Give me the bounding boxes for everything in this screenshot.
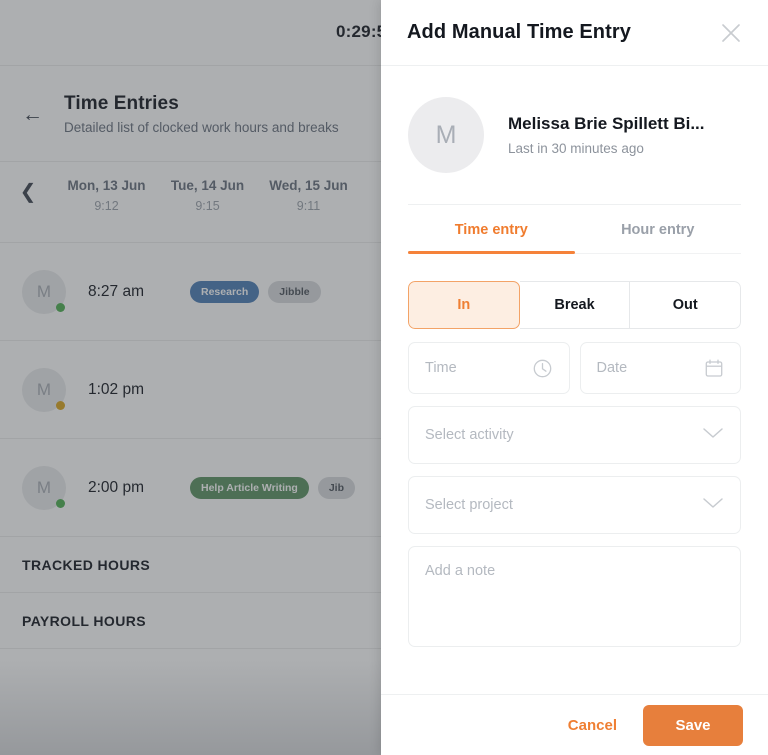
screen-root: 0:29:5 ← Time Entries Detailed list of c… xyxy=(0,0,768,755)
entry-time: 2:00 pm xyxy=(88,478,145,496)
avatar-initial: M xyxy=(36,379,52,399)
avatar: M xyxy=(408,97,484,173)
save-button[interactable]: Save xyxy=(643,704,743,746)
cancel-button[interactable]: Cancel xyxy=(562,709,623,742)
inout-segmented-control: In Break Out xyxy=(408,281,741,329)
drawer-footer: Cancel Save xyxy=(381,694,768,755)
status-dot xyxy=(56,498,65,508)
avatar-initial: M xyxy=(36,477,52,497)
drawer-body: M Melissa Brie Spillett Bi... Last in 30… xyxy=(381,66,768,694)
chevron-left-icon[interactable]: ❮ xyxy=(0,176,56,206)
date-column[interactable]: Tue, 14 Jun 9:15 xyxy=(157,176,258,213)
tab-hour-entry[interactable]: Hour entry xyxy=(575,205,742,253)
page-subtitle: Detailed list of clocked work hours and … xyxy=(64,119,339,135)
chevron-down-icon xyxy=(702,426,724,445)
date-hours: 9:15 xyxy=(195,199,220,213)
user-text: Melissa Brie Spillett Bi... Last in 30 m… xyxy=(508,114,705,156)
note-textarea[interactable]: Add a note xyxy=(408,546,741,647)
tab-time-entry[interactable]: Time entry xyxy=(408,205,575,254)
date-input[interactable]: Date xyxy=(579,342,741,394)
activity-placeholder: Select activity xyxy=(425,427,514,443)
badge-group: Research Jibble xyxy=(190,280,321,303)
note-placeholder: Add a note xyxy=(425,563,496,579)
segment-break[interactable]: Break xyxy=(519,281,631,329)
status-dot xyxy=(56,302,65,312)
project-badge: Jibble xyxy=(268,280,321,303)
calendar-icon xyxy=(704,358,724,378)
drawer-title: Add Manual Time Entry xyxy=(407,21,631,43)
running-timer: 0:29:5 xyxy=(336,22,387,41)
time-placeholder: Time xyxy=(425,360,457,376)
user-name: Melissa Brie Spillett Bi... xyxy=(508,114,705,133)
avatar-initial: M xyxy=(435,120,457,149)
date-label: Tue, 14 Jun xyxy=(170,178,245,193)
user-summary: M Melissa Brie Spillett Bi... Last in 30… xyxy=(408,66,741,173)
date-label: Wed, 15 Jun xyxy=(269,178,348,193)
badge-group: Help Article Writing Jib xyxy=(190,476,356,499)
close-icon[interactable] xyxy=(714,16,748,50)
project-select[interactable]: Select project xyxy=(408,476,741,534)
status-dot xyxy=(56,400,65,410)
date-hours: 9:12 xyxy=(94,199,119,213)
add-manual-time-entry-drawer: Add Manual Time Entry M Melissa Brie Spi… xyxy=(381,0,768,755)
entry-type-tabs: Time entry Hour entry xyxy=(408,204,741,254)
activity-select[interactable]: Select activity xyxy=(408,406,741,464)
time-input[interactable]: Time xyxy=(408,342,570,394)
date-label: Mon, 13 Jun xyxy=(67,178,146,193)
project-badge: Jib xyxy=(317,476,356,499)
entry-time: 8:27 am xyxy=(88,282,145,300)
date-hours: 9:11 xyxy=(296,199,321,213)
segment-out[interactable]: Out xyxy=(630,281,741,329)
date-column[interactable]: Mon, 13 Jun 9:12 xyxy=(56,176,157,213)
page-title: Time Entries xyxy=(64,92,179,114)
chevron-down-icon xyxy=(702,496,724,515)
clock-icon xyxy=(532,358,553,379)
project-placeholder: Select project xyxy=(425,497,513,513)
avatar: M xyxy=(22,465,66,510)
time-date-row: Time Date xyxy=(408,342,741,394)
arrow-left-icon[interactable]: ← xyxy=(22,104,52,125)
date-column[interactable]: Wed, 15 Jun 9:11 xyxy=(258,176,359,213)
avatar: M xyxy=(22,367,66,412)
user-last-in: Last in 30 minutes ago xyxy=(508,141,644,156)
segment-in[interactable]: In xyxy=(408,281,520,329)
drawer-header: Add Manual Time Entry xyxy=(381,0,768,66)
activity-badge: Help Article Writing xyxy=(190,476,309,499)
avatar: M xyxy=(22,269,66,314)
entry-time: 1:02 pm xyxy=(88,380,145,398)
date-placeholder: Date xyxy=(596,360,628,376)
avatar-initial: M xyxy=(36,281,52,301)
activity-badge: Research xyxy=(190,280,260,303)
